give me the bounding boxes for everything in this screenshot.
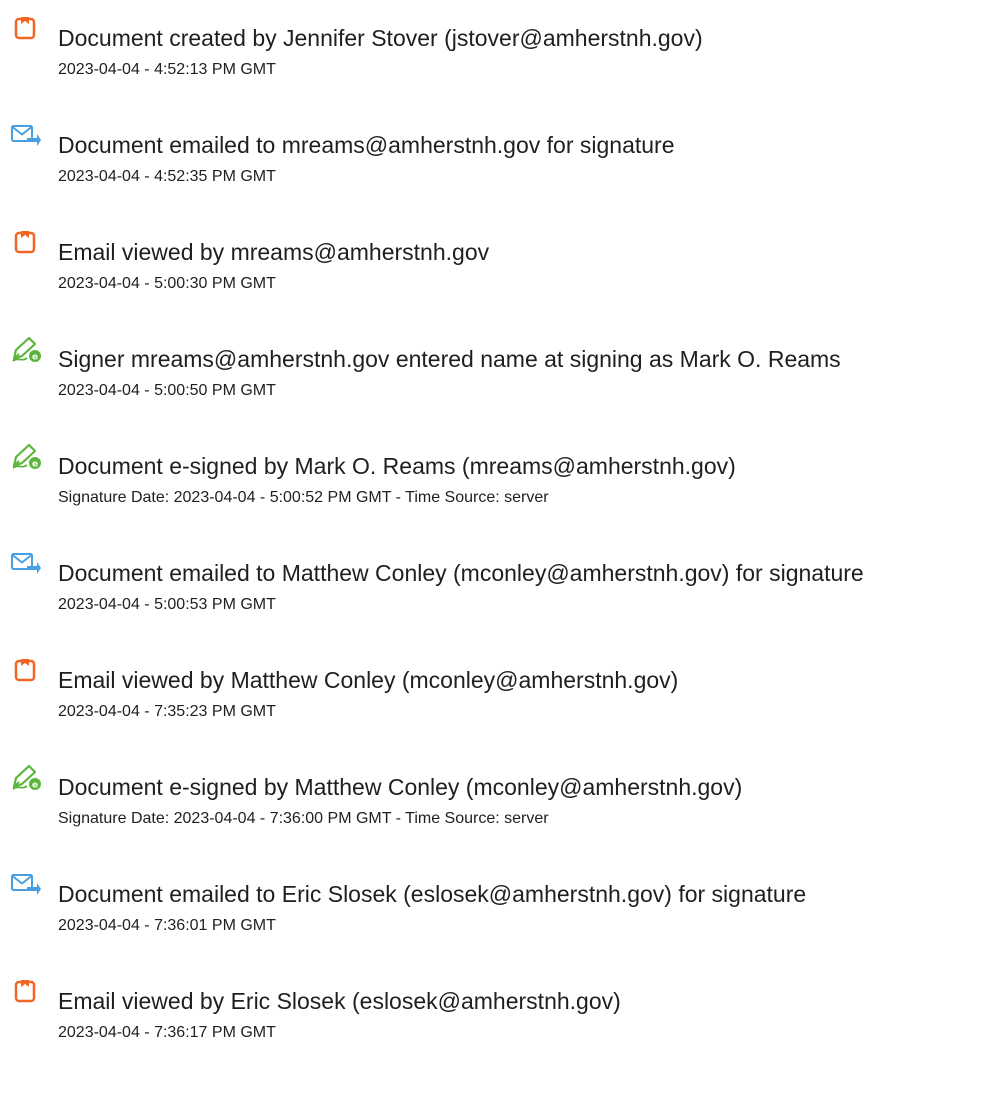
svg-text:e: e [32, 353, 38, 363]
esign-pen-icon: e [10, 442, 42, 470]
event-title: Document emailed to Eric Slosek (eslosek… [58, 881, 807, 907]
audit-event: Email viewed by mreams@amherstnh.gov 202… [0, 228, 990, 308]
email-sent-icon [10, 870, 42, 898]
event-title: Email viewed by mreams@amherstnh.gov [58, 239, 490, 265]
document-icon [10, 977, 42, 1005]
document-icon [10, 14, 42, 42]
event-title: Signer mreams@amherstnh.gov entered name… [58, 346, 841, 372]
event-timestamp: 2023-04-04 - 5:00:50 PM GMT [58, 382, 276, 399]
event-signature-date: Signature Date: 2023-04-04 - 5:00:52 PM … [58, 489, 549, 506]
audit-event: e Document e-signed by Matthew Conley (m… [0, 763, 990, 843]
audit-event: e Signer mreams@amherstnh.gov entered na… [0, 335, 990, 415]
email-sent-icon [10, 549, 42, 577]
document-icon [10, 656, 42, 684]
event-timestamp: 2023-04-04 - 7:36:01 PM GMT [58, 917, 276, 934]
event-timestamp: 2023-04-04 - 7:35:23 PM GMT [58, 703, 276, 720]
event-timestamp: 2023-04-04 - 5:00:53 PM GMT [58, 596, 276, 613]
audit-event: Email viewed by Eric Slosek (eslosek@amh… [0, 977, 990, 1057]
esign-pen-icon: e [10, 763, 42, 791]
document-icon [10, 228, 42, 256]
svg-text:e: e [32, 781, 38, 791]
audit-event: Document created by Jennifer Stover (jst… [0, 14, 990, 94]
email-sent-icon [10, 121, 42, 149]
esign-pen-icon: e [10, 335, 42, 363]
event-timestamp: 2023-04-04 - 5:00:30 PM GMT [58, 275, 276, 292]
event-timestamp: 2023-04-04 - 4:52:35 PM GMT [58, 168, 276, 185]
event-title: Document created by Jennifer Stover (jst… [58, 25, 703, 51]
event-title: Document e-signed by Mark O. Reams (mrea… [58, 453, 736, 479]
audit-event: Email viewed by Matthew Conley (mconley@… [0, 656, 990, 736]
audit-event: Document emailed to Matthew Conley (mcon… [0, 549, 990, 629]
audit-event: Document emailed to mreams@amherstnh.gov… [0, 121, 990, 201]
svg-text:e: e [32, 460, 38, 470]
event-signature-date: Signature Date: 2023-04-04 - 7:36:00 PM … [58, 810, 549, 827]
event-title: Email viewed by Matthew Conley (mconley@… [58, 667, 679, 693]
event-timestamp: 2023-04-04 - 4:52:13 PM GMT [58, 61, 276, 78]
audit-event: Document emailed to Eric Slosek (eslosek… [0, 870, 990, 950]
event-title: Document emailed to mreams@amherstnh.gov… [58, 132, 675, 158]
event-title: Document emailed to Matthew Conley (mcon… [58, 560, 864, 586]
event-title: Email viewed by Eric Slosek (eslosek@amh… [58, 988, 621, 1014]
event-title: Document e-signed by Matthew Conley (mco… [58, 774, 743, 800]
event-timestamp: 2023-04-04 - 7:36:17 PM GMT [58, 1024, 276, 1041]
audit-event: e Document e-signed by Mark O. Reams (mr… [0, 442, 990, 522]
